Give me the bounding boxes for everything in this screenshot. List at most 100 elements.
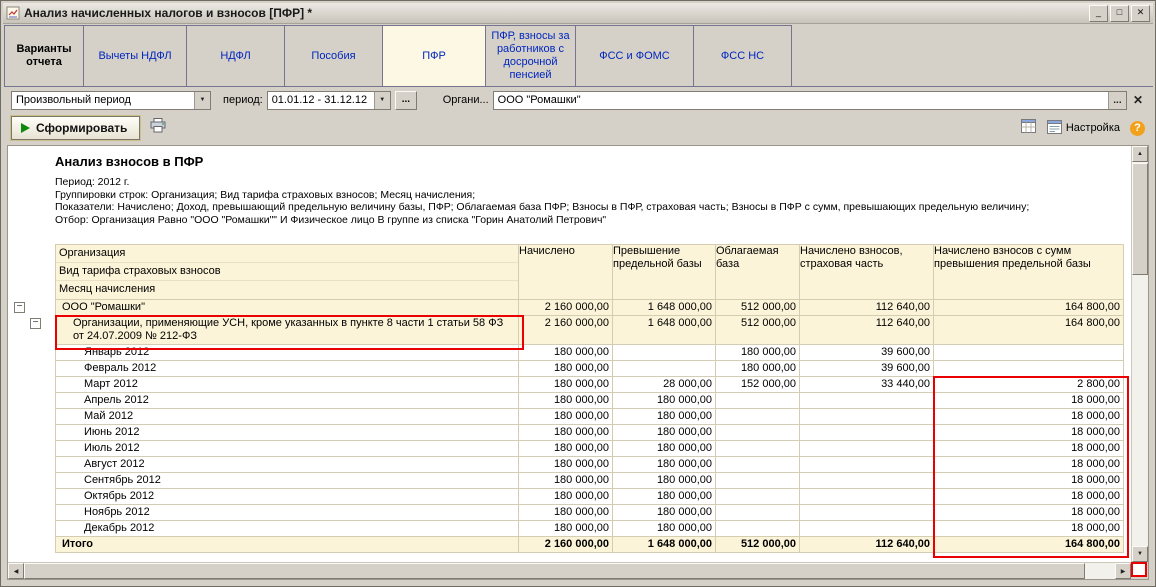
value-cell[interactable] (716, 425, 800, 441)
help-button[interactable]: ? (1130, 121, 1145, 136)
value-cell[interactable] (800, 425, 934, 441)
tab-vychety-ndfl[interactable]: Вычеты НДФЛ (83, 25, 187, 87)
row-label[interactable]: Январь 2012 (56, 345, 519, 361)
value-cell[interactable]: 180 000,00 (613, 473, 716, 489)
value-cell[interactable]: 180 000,00 (519, 473, 613, 489)
minimize-button[interactable]: _ (1089, 5, 1108, 22)
value-cell[interactable]: 1 648 000,00 (613, 537, 716, 553)
value-cell[interactable]: 180 000,00 (519, 377, 613, 393)
value-cell[interactable]: 180 000,00 (613, 489, 716, 505)
value-cell[interactable] (716, 393, 800, 409)
tab-posobiya[interactable]: Пособия (284, 25, 383, 87)
value-cell[interactable]: 164 800,00 (934, 300, 1124, 316)
organization-input[interactable]: ООО "Ромашки" ... (493, 91, 1127, 110)
tab-fss-i-foms[interactable]: ФСС и ФОМС (575, 25, 694, 87)
value-cell[interactable] (800, 505, 934, 521)
value-cell[interactable]: 39 600,00 (800, 361, 934, 377)
value-cell[interactable]: 180 000,00 (613, 441, 716, 457)
vertical-scroll-thumb[interactable] (1132, 163, 1148, 275)
value-cell[interactable]: 180 000,00 (519, 441, 613, 457)
header-groupings-cell[interactable]: Организация Вид тарифа страховых взносов… (56, 245, 519, 300)
row-label[interactable]: Июнь 2012 (56, 425, 519, 441)
tab-fss-ns[interactable]: ФСС НС (693, 25, 792, 87)
row-label[interactable]: Организации, применяющие УСН, кроме указ… (56, 316, 519, 345)
row-label[interactable]: Итого (56, 537, 519, 553)
tab-pfr-dosrochnaya-pensiya[interactable]: ПФР, взносы за работников с досрочной пе… (485, 25, 576, 87)
tab-ndfl[interactable]: НДФЛ (186, 25, 285, 87)
value-cell[interactable] (800, 457, 934, 473)
row-label[interactable]: Апрель 2012 (56, 393, 519, 409)
value-cell[interactable] (934, 361, 1124, 377)
header-vznosy-prevyshenie[interactable]: Начислено взносов с сумм превышения пред… (934, 245, 1124, 300)
header-vznosy-strahovaya[interactable]: Начислено взносов, страховая часть (800, 245, 934, 300)
value-cell[interactable] (800, 473, 934, 489)
row-label[interactable]: Декабрь 2012 (56, 521, 519, 537)
value-cell[interactable] (716, 521, 800, 537)
settings-button[interactable]: Настройка (1047, 120, 1120, 137)
value-cell[interactable]: 512 000,00 (716, 316, 800, 345)
value-cell[interactable]: 112 640,00 (800, 537, 934, 553)
close-button[interactable]: ✕ (1131, 5, 1150, 22)
scroll-down-button[interactable]: ▼ (1132, 546, 1148, 562)
value-cell[interactable] (716, 489, 800, 505)
value-cell[interactable] (934, 345, 1124, 361)
value-cell[interactable]: 180 000,00 (519, 361, 613, 377)
value-cell[interactable] (800, 521, 934, 537)
value-cell[interactable]: 180 000,00 (613, 457, 716, 473)
value-cell[interactable]: 180 000,00 (613, 425, 716, 441)
value-cell[interactable]: 28 000,00 (613, 377, 716, 393)
value-cell[interactable]: 180 000,00 (613, 521, 716, 537)
scroll-right-button[interactable]: ▶ (1115, 563, 1131, 579)
row-label[interactable]: Август 2012 (56, 457, 519, 473)
value-cell[interactable]: 1 648 000,00 (613, 316, 716, 345)
value-cell[interactable]: 152 000,00 (716, 377, 800, 393)
value-cell[interactable]: 2 160 000,00 (519, 300, 613, 316)
value-cell[interactable] (800, 441, 934, 457)
header-oblagaemaya-baza[interactable]: Облагаемая база (716, 245, 800, 300)
vertical-scrollbar[interactable]: ▲ ▼ (1131, 146, 1148, 562)
value-cell[interactable] (800, 489, 934, 505)
maximize-button[interactable]: □ (1110, 5, 1129, 22)
value-cell[interactable]: 180 000,00 (716, 361, 800, 377)
horizontal-scrollbar[interactable]: ◀ ▶ (8, 562, 1131, 579)
value-cell[interactable]: 112 640,00 (800, 300, 934, 316)
row-label[interactable]: Март 2012 (56, 377, 519, 393)
value-cell[interactable]: 33 440,00 (800, 377, 934, 393)
row-label[interactable]: Сентябрь 2012 (56, 473, 519, 489)
value-cell[interactable]: 180 000,00 (613, 505, 716, 521)
value-cell[interactable] (716, 441, 800, 457)
horizontal-scroll-thumb[interactable] (24, 563, 1085, 579)
value-cell[interactable] (800, 393, 934, 409)
organization-more-button[interactable]: ... (1108, 92, 1126, 109)
row-label[interactable]: Июль 2012 (56, 441, 519, 457)
value-cell[interactable]: 180 000,00 (613, 393, 716, 409)
value-cell[interactable] (800, 409, 934, 425)
value-cell[interactable]: 2 160 000,00 (519, 537, 613, 553)
chevron-down-icon[interactable]: ▼ (374, 92, 390, 109)
row-label[interactable]: Октябрь 2012 (56, 489, 519, 505)
value-cell[interactable]: 18 000,00 (934, 457, 1124, 473)
title-bar[interactable]: Анализ начисленных налогов и взносов [ПФ… (3, 3, 1153, 24)
value-cell[interactable]: 18 000,00 (934, 473, 1124, 489)
value-cell[interactable] (716, 409, 800, 425)
row-label[interactable]: Февраль 2012 (56, 361, 519, 377)
clear-organization-button[interactable]: ✕ (1131, 93, 1145, 107)
value-cell[interactable]: 180 000,00 (519, 345, 613, 361)
value-cell[interactable]: 18 000,00 (934, 505, 1124, 521)
value-cell[interactable]: 112 640,00 (800, 316, 934, 345)
value-cell[interactable]: 180 000,00 (519, 425, 613, 441)
row-label[interactable]: Май 2012 (56, 409, 519, 425)
period-range-input[interactable]: 01.01.12 - 31.12.12 ▼ (267, 91, 391, 110)
value-cell[interactable]: 180 000,00 (519, 393, 613, 409)
value-cell[interactable]: 18 000,00 (934, 489, 1124, 505)
value-cell[interactable]: 1 648 000,00 (613, 300, 716, 316)
header-prevyshenie-bazy[interactable]: Превышение предельной базы (613, 245, 716, 300)
value-cell[interactable]: 39 600,00 (800, 345, 934, 361)
chevron-down-icon[interactable]: ▼ (194, 92, 210, 109)
row-label[interactable]: Ноябрь 2012 (56, 505, 519, 521)
generate-report-button[interactable]: Сформировать (11, 116, 140, 140)
period-more-button[interactable]: ... (395, 91, 417, 110)
scroll-up-button[interactable]: ▲ (1132, 146, 1148, 162)
value-cell[interactable]: 180 000,00 (716, 345, 800, 361)
value-cell[interactable] (716, 505, 800, 521)
